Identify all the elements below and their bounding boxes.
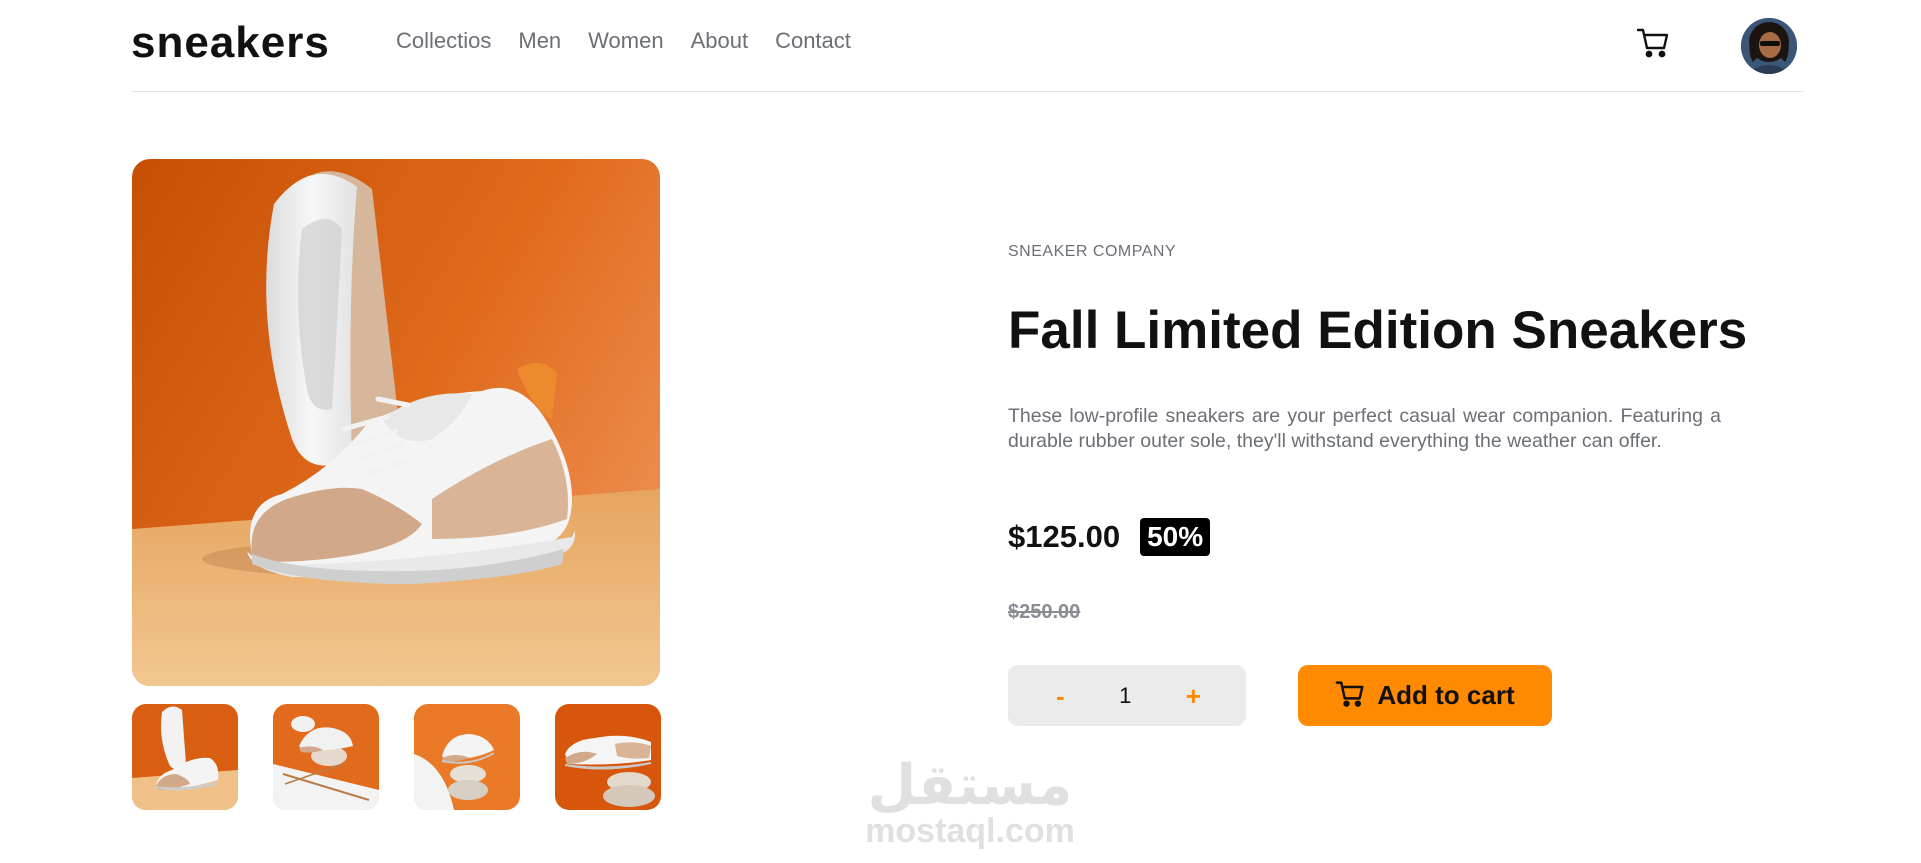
company-name: SNEAKER COMPANY bbox=[1008, 243, 1177, 260]
quantity-stepper: - 1 + bbox=[1008, 665, 1246, 726]
add-to-cart-label: Add to cart bbox=[1377, 680, 1515, 710]
add-to-cart-button[interactable]: Add to cart bbox=[1298, 665, 1552, 726]
current-price: $125.00 bbox=[1008, 519, 1121, 554]
product-thumbnail-2[interactable] bbox=[273, 704, 379, 810]
discount-badge: 50% bbox=[1140, 518, 1211, 556]
main-product-image[interactable] bbox=[132, 159, 660, 686]
nav-link-contact[interactable]: Contact bbox=[775, 28, 851, 54]
watermark: مستقل mostaql.com bbox=[855, 753, 1085, 850]
nav-link-collections[interactable]: Collectios bbox=[396, 28, 491, 54]
site-header: sneakers Collectios Men Women About Cont… bbox=[131, 0, 1804, 92]
product-thumbnail-3[interactable] bbox=[414, 704, 520, 810]
price-row: $125.00 50% bbox=[1008, 518, 1211, 556]
product-thumbnail-4[interactable] bbox=[555, 704, 661, 810]
product-title: Fall Limited Edition Sneakers bbox=[1008, 301, 1748, 360]
site-logo[interactable]: sneakers bbox=[131, 18, 330, 68]
increase-quantity-button[interactable]: + bbox=[1186, 683, 1201, 709]
nav-link-women[interactable]: Women bbox=[588, 28, 663, 54]
nav-link-about[interactable]: About bbox=[691, 28, 749, 54]
thumbnail-strip bbox=[132, 704, 661, 810]
main-nav: Collectios Men Women About Contact bbox=[396, 28, 851, 54]
product-description: These low-profile sneakers are your perf… bbox=[1008, 405, 1721, 452]
cart-icon[interactable] bbox=[1636, 27, 1670, 59]
cart-icon bbox=[1335, 680, 1365, 711]
nav-link-men[interactable]: Men bbox=[518, 28, 561, 54]
user-avatar[interactable] bbox=[1741, 18, 1797, 74]
watermark-latin: mostaql.com bbox=[865, 812, 1075, 850]
quantity-value: 1 bbox=[1119, 682, 1132, 708]
product-thumbnail-1[interactable] bbox=[132, 704, 238, 810]
watermark-arabic: مستقل bbox=[867, 753, 1073, 816]
decrease-quantity-button[interactable]: - bbox=[1056, 683, 1065, 709]
original-price: $250.00 bbox=[1008, 601, 1081, 623]
